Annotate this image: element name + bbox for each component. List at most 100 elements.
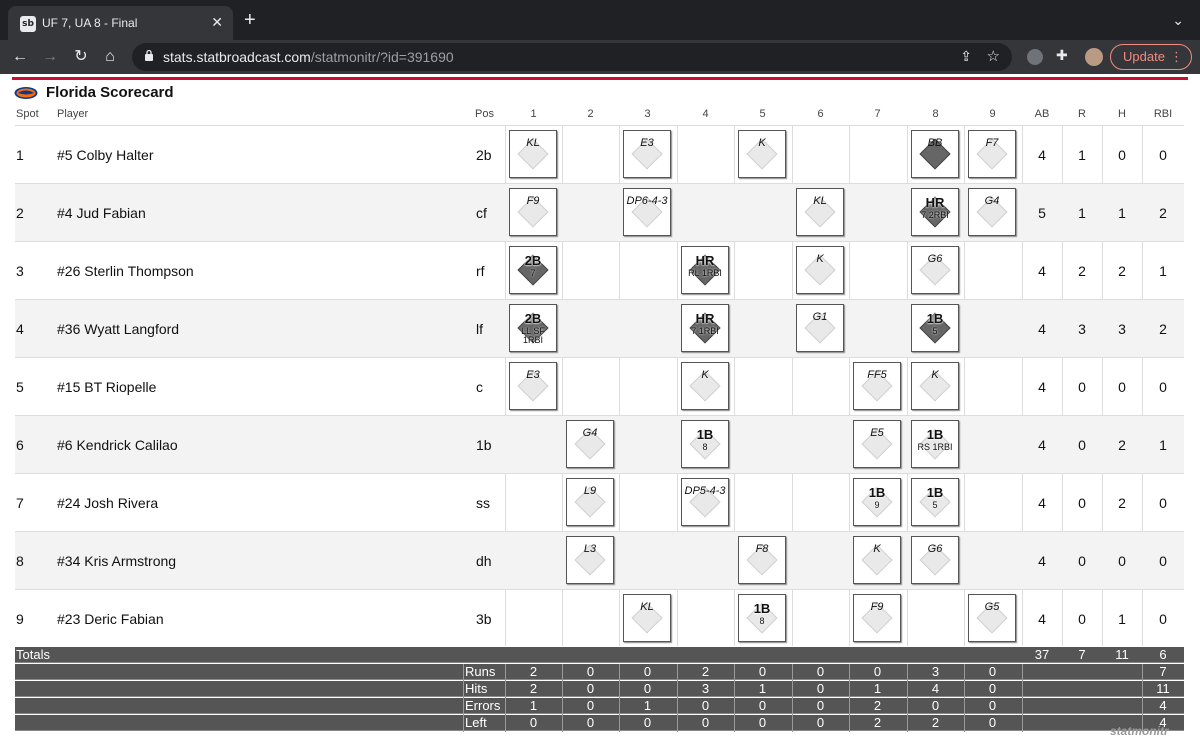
plate-appearance-box[interactable]: FF5 <box>853 362 901 410</box>
line-score-row: Hits 2 0 0 3 1 0 1 4 0 11 <box>15 681 1184 697</box>
update-button[interactable]: Update ⋮ <box>1110 44 1192 70</box>
play-result: K <box>701 369 709 381</box>
plate-appearance-box[interactable]: K <box>911 362 959 410</box>
header-inning-8: 8 <box>932 108 939 120</box>
plate-appearance-box[interactable]: F9 <box>509 188 557 236</box>
new-tab-icon[interactable]: + <box>244 10 256 30</box>
player-position: 2b <box>476 147 492 163</box>
stat-rbi: 0 <box>1159 553 1167 569</box>
header-rbi: RBI <box>1153 108 1173 120</box>
line-score-value: 0 <box>643 715 652 730</box>
line-score-value: 3 <box>931 664 940 679</box>
header-ab: AB <box>1034 108 1050 120</box>
plate-appearance-box[interactable]: 1B 8 <box>738 594 786 642</box>
plate-appearance-box[interactable]: 1B 5 <box>911 304 959 352</box>
plate-appearance-box[interactable]: HR 7 2RBI <box>911 188 959 236</box>
play-result: G6 <box>927 253 943 265</box>
stat-r: 0 <box>1078 379 1086 395</box>
plate-appearance-box[interactable]: F9 <box>853 594 901 642</box>
reload-icon[interactable]: ↻ <box>70 47 92 67</box>
player-row: 4 #36 Wyatt Langford lf 4 3 3 2 2B LL SF 1RBI HR 7… <box>15 299 1184 357</box>
plate-appearance-box[interactable]: G4 <box>566 420 614 468</box>
bookmark-star-icon[interactable]: ☆ <box>987 47 1000 65</box>
plate-appearance-box[interactable]: G6 <box>911 536 959 584</box>
plate-appearance-box[interactable]: KL <box>509 130 557 178</box>
forward-icon[interactable]: → <box>39 47 61 67</box>
plate-appearance-box[interactable]: 1B 9 <box>853 478 901 526</box>
plate-appearance-box[interactable]: 2B 7 <box>509 246 557 294</box>
plate-appearance-box[interactable]: G4 <box>968 188 1016 236</box>
player-row: 2 #4 Jud Fabian cf 5 1 1 2 F9 DP6-4-3 KL HR 7 2RBI G… <box>15 183 1184 241</box>
line-score-value: 0 <box>758 698 767 713</box>
plate-appearance-box[interactable]: DP6-4-3 <box>623 188 671 236</box>
plate-appearance-box[interactable]: F7 <box>968 130 1016 178</box>
batting-spot: 2 <box>16 205 24 221</box>
plate-appearance-box[interactable]: L3 <box>566 536 614 584</box>
browser-tab[interactable]: sb UF 7, UA 8 - Final ✕ <box>8 6 233 40</box>
totals-column-divider <box>849 664 850 732</box>
stat-r: 0 <box>1078 553 1086 569</box>
play-result: G5 <box>984 601 1000 613</box>
play-result: G4 <box>984 195 1000 207</box>
play-result: F9 <box>870 601 884 613</box>
plate-appearance-box[interactable]: E5 <box>853 420 901 468</box>
player-row: 3 #26 Sterlin Thompson rf 4 2 2 1 2B 7 HR RL 1RBI K… <box>15 241 1184 299</box>
plate-appearance-box[interactable]: F8 <box>738 536 786 584</box>
plate-appearance-box[interactable]: 1B 5 <box>911 478 959 526</box>
close-tab-icon[interactable]: ✕ <box>211 14 223 31</box>
line-score-value: 0 <box>586 698 595 713</box>
profile-avatar[interactable] <box>1085 48 1103 66</box>
plate-appearance-box[interactable]: G5 <box>968 594 1016 642</box>
totals-label: Totals <box>16 647 50 662</box>
play-result: 2B <box>524 311 542 326</box>
puzzle-extensions-icon[interactable]: ✚ <box>1056 47 1072 63</box>
share-icon[interactable]: ⇪ <box>960 48 972 65</box>
line-score-label: Left <box>465 715 487 730</box>
stat-ab: 4 <box>1038 437 1046 453</box>
line-score-value: 0 <box>586 715 595 730</box>
line-score-value: 3 <box>701 681 710 696</box>
player-name: #26 Sterlin Thompson <box>57 263 194 279</box>
stat-ab: 4 <box>1038 147 1046 163</box>
plate-appearance-box[interactable]: BB <box>911 130 959 178</box>
plate-appearance-box[interactable]: G1 <box>796 304 844 352</box>
stat-ab: 5 <box>1038 205 1046 221</box>
plate-appearance-box[interactable]: K <box>796 246 844 294</box>
plate-appearance-box[interactable]: E3 <box>509 362 557 410</box>
home-icon[interactable]: ⌂ <box>99 47 121 67</box>
plate-appearance-box[interactable]: KL <box>623 594 671 642</box>
plate-appearance-box[interactable]: KL <box>796 188 844 236</box>
plate-appearance-box[interactable]: HR 7 1RBI <box>681 304 729 352</box>
line-score-value: 0 <box>816 681 825 696</box>
plate-appearance-box[interactable]: DP5-4-3 <box>681 478 729 526</box>
header-player: Player <box>57 108 89 120</box>
line-score-value: 0 <box>586 664 595 679</box>
stat-r: 1 <box>1078 147 1086 163</box>
tab-search-chevron-icon[interactable]: ⌄ <box>1172 12 1184 29</box>
plate-appearance-box[interactable]: 1B 8 <box>681 420 729 468</box>
header-r: R <box>1078 108 1086 120</box>
line-score-value: 0 <box>758 715 767 730</box>
play-detail: 7 <box>530 268 536 278</box>
extension-icon[interactable] <box>1027 49 1043 65</box>
play-result: 1B <box>696 427 714 442</box>
play-result: 1B <box>868 485 886 500</box>
line-score-row: Left 0 0 0 0 0 0 2 2 0 4 <box>15 715 1184 731</box>
line-score-value: 2 <box>873 715 882 730</box>
more-menu-icon[interactable]: ⋮ <box>1170 45 1183 69</box>
plate-appearance-box[interactable]: L9 <box>566 478 614 526</box>
address-bar[interactable]: stats.statbroadcast.com/statmonitr/?id=3… <box>132 43 1012 71</box>
plate-appearance-box[interactable]: 1B RS 1RBI <box>911 420 959 468</box>
header-inning-4: 4 <box>702 108 709 120</box>
totals-column-divider <box>562 664 563 732</box>
plate-appearance-box[interactable]: G6 <box>911 246 959 294</box>
plate-appearance-box[interactable]: K <box>681 362 729 410</box>
plate-appearance-box[interactable]: E3 <box>623 130 671 178</box>
plate-appearance-box[interactable]: K <box>853 536 901 584</box>
play-result: 1B <box>753 601 771 616</box>
plate-appearance-box[interactable]: 2B LL SF 1RBI <box>509 304 557 352</box>
line-score-value: 0 <box>816 698 825 713</box>
plate-appearance-box[interactable]: K <box>738 130 786 178</box>
plate-appearance-box[interactable]: HR RL 1RBI <box>681 246 729 294</box>
back-icon[interactable]: ← <box>9 47 31 67</box>
